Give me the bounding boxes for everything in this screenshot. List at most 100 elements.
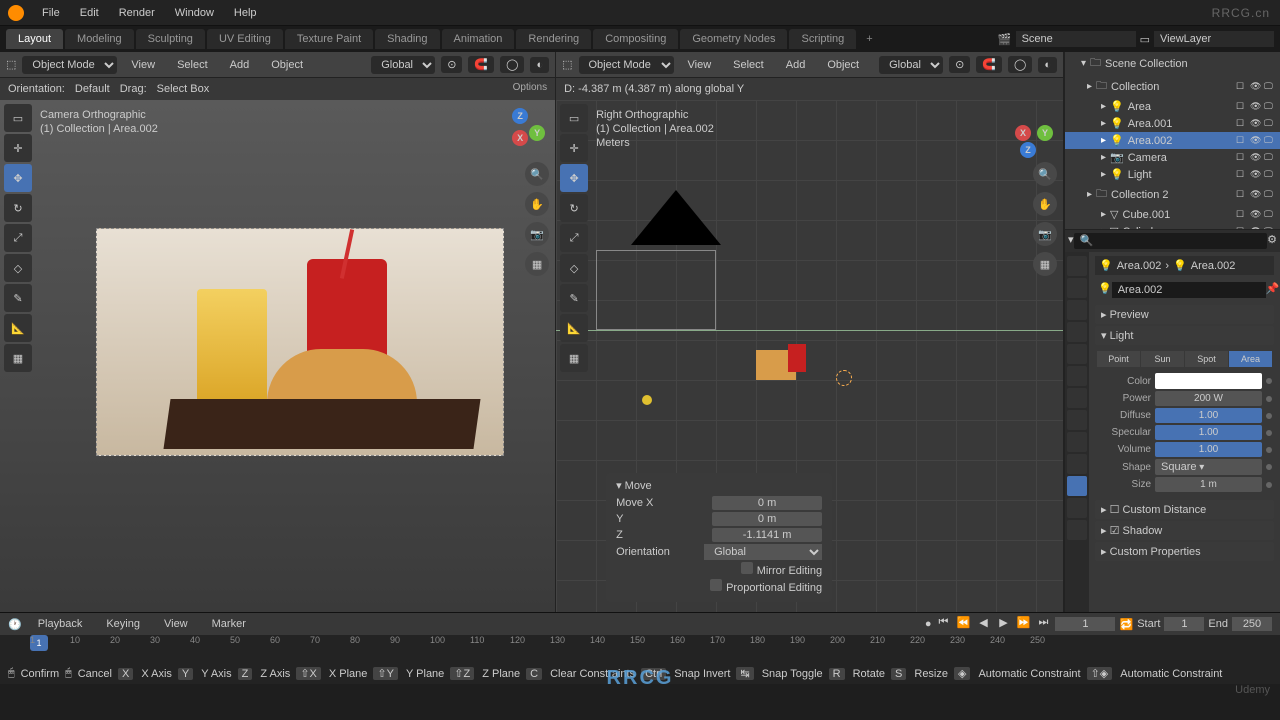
axis-z-icon-r[interactable]: Z <box>1020 142 1036 158</box>
ptab-modifier[interactable] <box>1067 388 1087 408</box>
hide-icon[interactable]: 👁 <box>1250 118 1262 130</box>
viewport-right[interactable]: ⬚ Object Mode View Select Add Object Glo… <box>556 52 1064 612</box>
zoom-icon-r[interactable]: 🔍 <box>1033 162 1057 186</box>
menu-file[interactable]: File <box>34 3 68 23</box>
anim-dot[interactable] <box>1266 413 1272 419</box>
filter-icon[interactable]: ⚙ <box>1267 233 1277 249</box>
specular-value[interactable]: 1.00 <box>1155 425 1262 440</box>
snap-icon-r[interactable]: 🧲 <box>976 56 1002 73</box>
restrict-select-icon[interactable]: ☐ <box>1236 118 1248 130</box>
menu-help[interactable]: Help <box>226 3 265 23</box>
tab-uvediting[interactable]: UV Editing <box>207 29 283 49</box>
end-frame-input[interactable] <box>1232 617 1272 631</box>
panel-custom-props[interactable]: ▸ Custom Properties <box>1095 542 1274 561</box>
orientation-select[interactable]: Global <box>371 56 435 74</box>
menu-edit[interactable]: Edit <box>72 3 107 23</box>
outliner-item[interactable]: ▸ ▽ Cylinder☐👁🖵 <box>1065 223 1280 230</box>
vp-menu-object[interactable]: Object <box>263 55 311 75</box>
outliner-root[interactable]: ▾ 🗀 Scene Collection <box>1065 52 1280 75</box>
display-mode-icon[interactable]: ▾ <box>1068 233 1074 249</box>
viewlayer-name-input[interactable] <box>1154 31 1274 47</box>
axis-y-icon[interactable]: Y <box>529 125 545 141</box>
ptab-constraints[interactable] <box>1067 454 1087 474</box>
pivot-icon[interactable]: ⊙ <box>441 56 462 73</box>
outliner-item[interactable]: ▸ 💡 Light☐👁🖵 <box>1065 166 1280 183</box>
tool-cursor-r[interactable]: ✛ <box>560 134 588 162</box>
jump-start-icon[interactable]: ⏮ <box>935 616 951 632</box>
ptab-viewlayer[interactable] <box>1067 300 1087 320</box>
hide-icon[interactable]: 👁 <box>1250 152 1262 164</box>
tool-cursor[interactable]: ✛ <box>4 134 32 162</box>
disable-icon[interactable]: 🖵 <box>1264 118 1276 130</box>
tool-move[interactable]: ✥ <box>4 164 32 192</box>
tab-geonodes[interactable]: Geometry Nodes <box>680 29 787 49</box>
pin-icon[interactable]: 📌 <box>1266 282 1280 298</box>
vp-menu-select-r[interactable]: Select <box>725 55 772 75</box>
disable-icon[interactable]: 🖵 <box>1264 209 1276 221</box>
anim-dot[interactable] <box>1266 464 1272 470</box>
play-reverse-icon[interactable]: ◀ <box>975 616 991 632</box>
vp-menu-add[interactable]: Add <box>222 55 258 75</box>
outliner-item[interactable]: ▸ 🗀 Collection☐👁🖵 <box>1065 75 1280 98</box>
mode-select[interactable]: Object Mode <box>22 56 117 74</box>
tool-annotate[interactable]: ✎ <box>4 284 32 312</box>
volume-value[interactable]: 1.00 <box>1155 442 1262 457</box>
tool-add-cube-r[interactable]: ▦ <box>560 344 588 372</box>
ptab-scene[interactable] <box>1067 322 1087 342</box>
editor-type-icon[interactable]: ⬚ <box>562 58 572 71</box>
tool-rotate-r[interactable]: ↻ <box>560 194 588 222</box>
lt-area[interactable]: Area <box>1229 351 1272 367</box>
outliner-item[interactable]: ▸ 💡 Area.001☐👁🖵 <box>1065 115 1280 132</box>
orientation-select-r[interactable]: Global <box>879 56 943 74</box>
light-name-input[interactable] <box>1112 282 1266 298</box>
vp-menu-select[interactable]: Select <box>169 55 216 75</box>
timeline-editor[interactable]: 🕐 Playback Keying View Marker ● ⏮ ⏪ ◀ ▶ … <box>0 612 1280 662</box>
ptab-particles[interactable] <box>1067 410 1087 430</box>
anim-dot[interactable] <box>1266 482 1272 488</box>
keyframe-prev-icon[interactable]: ⏪ <box>955 616 971 632</box>
shading-icon[interactable]: ◐ <box>530 57 549 73</box>
vp-menu-add-r[interactable]: Add <box>778 55 814 75</box>
shading-icon-r[interactable]: ◐ <box>1038 57 1057 73</box>
ptab-render[interactable] <box>1067 256 1087 276</box>
timeline-editor-icon[interactable]: 🕐 <box>8 618 22 631</box>
size-value[interactable]: 1 m <box>1155 477 1262 492</box>
tab-layout[interactable]: Layout <box>6 29 63 49</box>
restrict-select-icon[interactable]: ☐ <box>1236 135 1248 147</box>
scene-name-input[interactable] <box>1016 31 1136 47</box>
tab-scripting[interactable]: Scripting <box>789 29 856 49</box>
proportional-icon-r[interactable]: ◯ <box>1008 56 1032 73</box>
perspective-icon-r[interactable]: ▦ <box>1033 252 1057 276</box>
autokey-icon[interactable]: ● <box>925 618 932 630</box>
panel-light[interactable]: ▾ Light <box>1095 326 1274 345</box>
power-value[interactable]: 200 W <box>1155 391 1262 406</box>
tool-rotate[interactable]: ↻ <box>4 194 32 222</box>
ptab-output[interactable] <box>1067 278 1087 298</box>
axis-x-icon-r[interactable]: X <box>1015 125 1031 141</box>
tool-add-cube[interactable]: ▦ <box>4 344 32 372</box>
add-workspace-button[interactable]: + <box>858 29 880 49</box>
breadcrumb[interactable]: 💡Area.002 › 💡Area.002 <box>1095 256 1274 275</box>
jump-end-icon[interactable]: ⏭ <box>1035 616 1051 632</box>
tool-transform[interactable]: ◇ <box>4 254 32 282</box>
outliner-item[interactable]: ▸ 🗀 Collection 2☐👁🖵 <box>1065 183 1280 206</box>
search-input[interactable] <box>1074 233 1268 249</box>
proportional-checkbox[interactable] <box>710 579 722 591</box>
axis-x-icon[interactable]: X <box>512 130 528 146</box>
pan-icon[interactable]: ✋ <box>525 192 549 216</box>
lt-sun[interactable]: Sun <box>1141 351 1184 367</box>
ptab-world[interactable] <box>1067 344 1087 364</box>
hide-icon[interactable]: 👁 <box>1250 135 1262 147</box>
nav-gizmo-left[interactable]: Z Y X <box>495 108 545 158</box>
tool-measure[interactable]: 📐 <box>4 314 32 342</box>
panel-shadow[interactable]: ▸ ☑ Shadow <box>1095 521 1274 540</box>
nav-gizmo-right[interactable]: Z Y X <box>1003 108 1053 158</box>
pivot-icon-r[interactable]: ⊙ <box>949 56 970 73</box>
restrict-select-icon[interactable]: ☐ <box>1236 81 1248 93</box>
axis-z-icon[interactable]: Z <box>512 108 528 124</box>
disable-icon[interactable]: 🖵 <box>1264 189 1276 201</box>
zoom-icon[interactable]: 🔍 <box>525 162 549 186</box>
play-icon[interactable]: ▶ <box>995 616 1011 632</box>
ptab-texture[interactable] <box>1067 520 1087 540</box>
anim-dot[interactable] <box>1266 430 1272 436</box>
